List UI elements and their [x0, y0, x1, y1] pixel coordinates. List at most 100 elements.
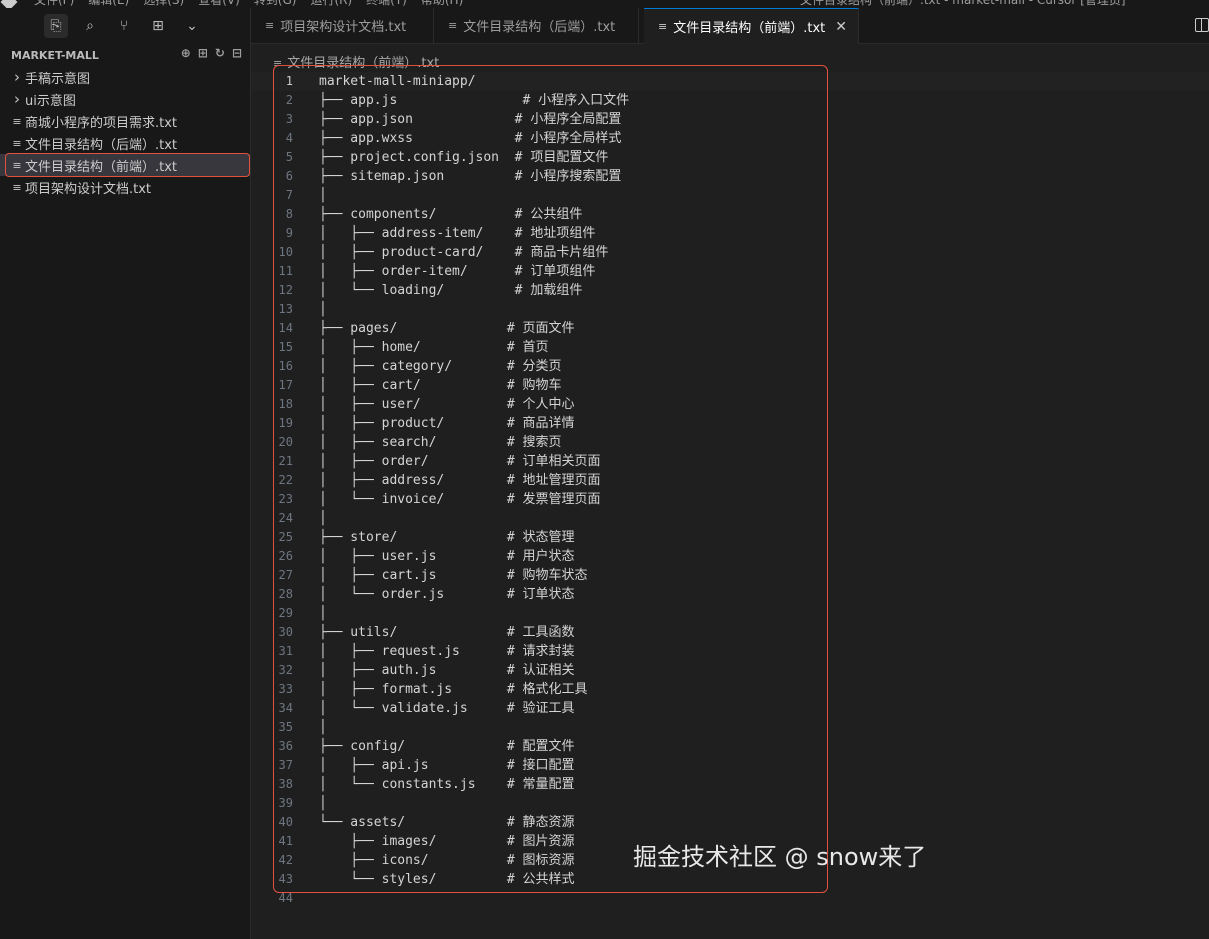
- code-line[interactable]: 21 │ ├── order/ # 订单相关页面: [251, 452, 1209, 471]
- code-line[interactable]: 8 ├── components/ # 公共组件: [251, 205, 1209, 224]
- code-line[interactable]: 13 │: [251, 300, 1209, 319]
- line-number: 35: [278, 720, 293, 734]
- sidebar: ⎘ ⌕ ⑂ ⊞ ⌄ MARKET-MALL ⊕ ⊞ ↻ ⊟ › 手稿示意图 › ui示…: [0, 8, 251, 939]
- text-file-icon: ≡: [12, 158, 22, 172]
- tab-architecture-doc[interactable]: ≡ 项目架构设计文档.txt: [251, 8, 434, 43]
- tree-folder[interactable]: › 手稿示意图: [0, 66, 250, 88]
- code-line[interactable]: 19 │ ├── product/ # 商品详情: [251, 414, 1209, 433]
- line-number: 17: [278, 378, 293, 392]
- code-line[interactable]: 37 │ ├── api.js # 接口配置: [251, 756, 1209, 775]
- tree-file[interactable]: ≡ 商城小程序的项目需求.txt: [0, 110, 250, 132]
- menu-item[interactable]: 帮助(H): [421, 0, 463, 8]
- code-line[interactable]: 23 │ └── invoice/ # 发票管理页面: [251, 490, 1209, 509]
- menu-item[interactable]: 转到(G): [254, 0, 297, 8]
- code-line[interactable]: 12 │ └── loading/ # 加载组件: [251, 281, 1209, 300]
- line-number: 20: [278, 435, 293, 449]
- line-number: 25: [278, 530, 293, 544]
- code-text: ├── app.js # 小程序入口文件: [319, 93, 630, 108]
- collapse-all-icon[interactable]: ⊟: [232, 46, 242, 60]
- code-text: └── assets/ # 静态资源: [319, 815, 575, 830]
- code-line[interactable]: 32 │ ├── auth.js # 认证相关: [251, 661, 1209, 680]
- code-text: │ ├── format.js # 格式化工具: [319, 682, 588, 697]
- breadcrumb[interactable]: ≡ 文件目录结构（前端）.txt: [273, 52, 439, 71]
- code-line[interactable]: 22 │ ├── address/ # 地址管理页面: [251, 471, 1209, 490]
- close-icon[interactable]: ✕: [835, 19, 847, 35]
- code-line[interactable]: 44: [251, 889, 1209, 908]
- refresh-icon[interactable]: ↻: [215, 46, 225, 60]
- cursor-logo-icon[interactable]: [0, 0, 18, 8]
- code-line[interactable]: 39 │: [251, 794, 1209, 813]
- menu-item[interactable]: 选择(S): [143, 0, 184, 8]
- code-text: │: [319, 188, 327, 203]
- code-line[interactable]: 15 │ ├── home/ # 首页: [251, 338, 1209, 357]
- tab-label: 项目架构设计文档.txt: [280, 20, 407, 35]
- new-folder-icon[interactable]: ⊞: [198, 46, 208, 60]
- tree-file[interactable]: ≡ 项目架构设计文档.txt: [0, 176, 250, 198]
- files-icon[interactable]: ⎘: [44, 14, 68, 38]
- code-line[interactable]: 36 ├── config/ # 配置文件: [251, 737, 1209, 756]
- editor[interactable]: ≡ 文件目录结构（前端）.txt 1 market-mall-miniapp/2 ├─…: [251, 44, 1209, 939]
- code-line[interactable]: 38 │ └── constants.js # 常量配置: [251, 775, 1209, 794]
- explorer-header[interactable]: MARKET-MALL ⊕ ⊞ ↻ ⊟: [0, 44, 250, 66]
- code-line[interactable]: 20 │ ├── search/ # 搜索页: [251, 433, 1209, 452]
- code-line[interactable]: 7 │: [251, 186, 1209, 205]
- line-number: 42: [278, 853, 293, 867]
- code-line[interactable]: 30 ├── utils/ # 工具函数: [251, 623, 1209, 642]
- tree-folder[interactable]: › ui示意图: [0, 88, 250, 110]
- code-line[interactable]: 5 ├── project.config.json # 项目配置文件: [251, 148, 1209, 167]
- code-line[interactable]: 17 │ ├── cart/ # 购物车: [251, 376, 1209, 395]
- code-line[interactable]: 24 │: [251, 509, 1209, 528]
- code-text: │ ├── order/ # 订单相关页面: [319, 454, 601, 469]
- code-line[interactable]: 31 │ ├── request.js # 请求封装: [251, 642, 1209, 661]
- code-text: ├── pages/ # 页面文件: [319, 321, 575, 336]
- code-line[interactable]: 6 ├── sitemap.json # 小程序搜索配置: [251, 167, 1209, 186]
- code-line[interactable]: 4 ├── app.wxss # 小程序全局样式: [251, 129, 1209, 148]
- menu-item[interactable]: 文件(F): [34, 0, 74, 8]
- code-line[interactable]: 10 │ ├── product-card/ # 商品卡片组件: [251, 243, 1209, 262]
- code-line[interactable]: 25 ├── store/ # 状态管理: [251, 528, 1209, 547]
- source-control-icon[interactable]: ⑂: [112, 14, 136, 38]
- menu-item[interactable]: 编辑(E): [88, 0, 129, 8]
- line-number: 7: [285, 188, 293, 202]
- split-editor-icon[interactable]: [1195, 18, 1209, 32]
- tree-file[interactable]: ≡ 文件目录结构（前端）.txt: [0, 153, 250, 177]
- line-number: 32: [278, 663, 293, 677]
- menu-item[interactable]: 运行(R): [310, 0, 352, 8]
- tab-backend-structure[interactable]: ≡ 文件目录结构（后端）.txt: [434, 8, 639, 43]
- code-text: │: [319, 302, 327, 317]
- code-line[interactable]: 11 │ ├── order-item/ # 订单项组件: [251, 262, 1209, 281]
- code-line[interactable]: 28 │ └── order.js # 订单状态: [251, 585, 1209, 604]
- breadcrumb-file: 文件目录结构（前端）.txt: [287, 56, 440, 71]
- code-text: │ └── validate.js # 验证工具: [319, 701, 575, 716]
- code-line[interactable]: 35 │: [251, 718, 1209, 737]
- code-line[interactable]: 14 ├── pages/ # 页面文件: [251, 319, 1209, 338]
- code-line[interactable]: 40 └── assets/ # 静态资源: [251, 813, 1209, 832]
- code-line[interactable]: 43 └── styles/ # 公共样式: [251, 870, 1209, 889]
- chevron-down-icon[interactable]: ⌄: [180, 14, 204, 38]
- code-line[interactable]: 26 │ ├── user.js # 用户状态: [251, 547, 1209, 566]
- code-text: ├── config/ # 配置文件: [319, 739, 575, 754]
- code-line[interactable]: 1 market-mall-miniapp/: [251, 72, 1209, 91]
- code-line[interactable]: 34 │ └── validate.js # 验证工具: [251, 699, 1209, 718]
- code-line[interactable]: 16 │ ├── category/ # 分类页: [251, 357, 1209, 376]
- code-line[interactable]: 29 │: [251, 604, 1209, 623]
- text-file-icon: ≡: [448, 19, 458, 32]
- code-line[interactable]: 2 ├── app.js # 小程序入口文件: [251, 91, 1209, 110]
- code-text: │ ├── user/ # 个人中心: [319, 397, 575, 412]
- code-line[interactable]: 27 │ ├── cart.js # 购物车状态: [251, 566, 1209, 585]
- code-line[interactable]: 9 │ ├── address-item/ # 地址项组件: [251, 224, 1209, 243]
- code-text: │ ├── product/ # 商品详情: [319, 416, 575, 431]
- extensions-icon[interactable]: ⊞: [146, 14, 170, 38]
- menu-bar: 文件(F) 编辑(E) 选择(S) 查看(V) 转到(G) 运行(R) 终端(T) 帮助(H)…: [0, 0, 1209, 8]
- tree-file[interactable]: ≡ 文件目录结构（后端）.txt: [0, 132, 250, 154]
- file-tree: › 手稿示意图 › ui示意图 ≡ 商城小程序的项目需求.txt ≡ 文件目录结构（后端）.t…: [0, 66, 250, 198]
- menu-item[interactable]: 查看(V): [198, 0, 240, 8]
- code-area[interactable]: 1 market-mall-miniapp/2 ├── app.js # 小程序入口…: [251, 72, 1209, 908]
- code-line[interactable]: 33 │ ├── format.js # 格式化工具: [251, 680, 1209, 699]
- menu-item[interactable]: 终端(T): [366, 0, 407, 8]
- search-icon[interactable]: ⌕: [78, 14, 102, 38]
- new-file-icon[interactable]: ⊕: [181, 46, 191, 60]
- tab-frontend-structure[interactable]: ≡ 文件目录结构（前端）.txt ✕: [644, 8, 859, 44]
- code-line[interactable]: 18 │ ├── user/ # 个人中心: [251, 395, 1209, 414]
- code-line[interactable]: 3 ├── app.json # 小程序全局配置: [251, 110, 1209, 129]
